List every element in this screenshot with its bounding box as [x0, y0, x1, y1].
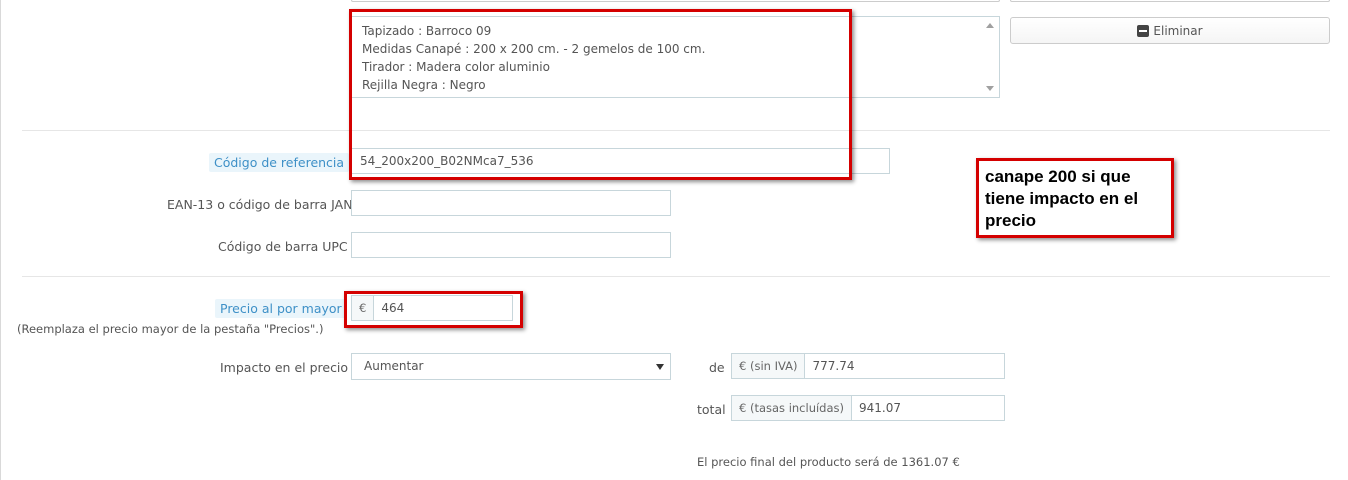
- wholesale-price-input[interactable]: [374, 296, 539, 320]
- delete-button[interactable]: Eliminar: [1010, 17, 1330, 44]
- top-input-edge: [351, 0, 1000, 2]
- tax-incl-addon: € (tasas incluídas): [732, 396, 853, 420]
- annotation-note: canape 200 si que tiene impacto en el pr…: [976, 158, 1174, 238]
- reference-input[interactable]: [351, 148, 890, 174]
- list-scrollbar[interactable]: [982, 17, 999, 97]
- list-item: Medidas Canapé : 200 x 200 cm. - 2 gemel…: [362, 42, 706, 56]
- de-label: de: [709, 360, 725, 375]
- section-divider: [22, 130, 1330, 131]
- combination-attributes-list[interactable]: Tapizado : Barroco 09 Medidas Canapé : 2…: [351, 16, 1000, 98]
- tax-excl-input[interactable]: [805, 354, 1004, 378]
- upc-input[interactable]: [351, 232, 671, 258]
- total-label: total: [697, 402, 726, 417]
- caret-down-icon: [656, 364, 664, 370]
- section-divider: [22, 276, 1330, 277]
- scroll-down-arrow-icon[interactable]: [986, 86, 994, 91]
- list-item: Rejilla Negra : Negro: [362, 78, 486, 92]
- tax-incl-group: € (tasas incluídas): [731, 395, 1017, 421]
- tax-excl-group: € (sin IVA): [731, 353, 1005, 379]
- panel-left-border: [0, 0, 1, 480]
- wholesale-price-label: Precio al por mayor: [215, 299, 347, 318]
- ean13-input[interactable]: [351, 190, 671, 216]
- upc-label: Código de barra UPC: [218, 239, 348, 254]
- ean13-label: EAN-13 o código de barra JAN: [167, 197, 353, 212]
- reference-label: Código de referencia: [209, 153, 350, 172]
- tax-incl-input[interactable]: [852, 396, 1017, 420]
- final-price-text: El precio final del producto será de 136…: [697, 455, 960, 469]
- price-impact-selected: Aumentar: [364, 359, 424, 373]
- list-item: Tirador : Madera color aluminio: [362, 60, 550, 74]
- tax-excl-addon: € (sin IVA): [732, 354, 806, 378]
- wholesale-price-hint: (Reemplaza el precio mayor de la pestaña…: [17, 322, 324, 336]
- price-impact-select[interactable]: Aumentar: [351, 353, 671, 380]
- price-impact-label: Impacto en el precio: [220, 360, 349, 375]
- list-item: Tapizado : Barroco 09: [362, 24, 492, 38]
- scroll-up-arrow-icon[interactable]: [986, 23, 994, 28]
- currency-addon: €: [352, 296, 375, 320]
- delete-button-label: Eliminar: [1153, 23, 1203, 38]
- top-button-edge: [1010, 0, 1330, 2]
- wholesale-price-group: €: [351, 295, 539, 321]
- minus-square-icon: [1137, 24, 1150, 37]
